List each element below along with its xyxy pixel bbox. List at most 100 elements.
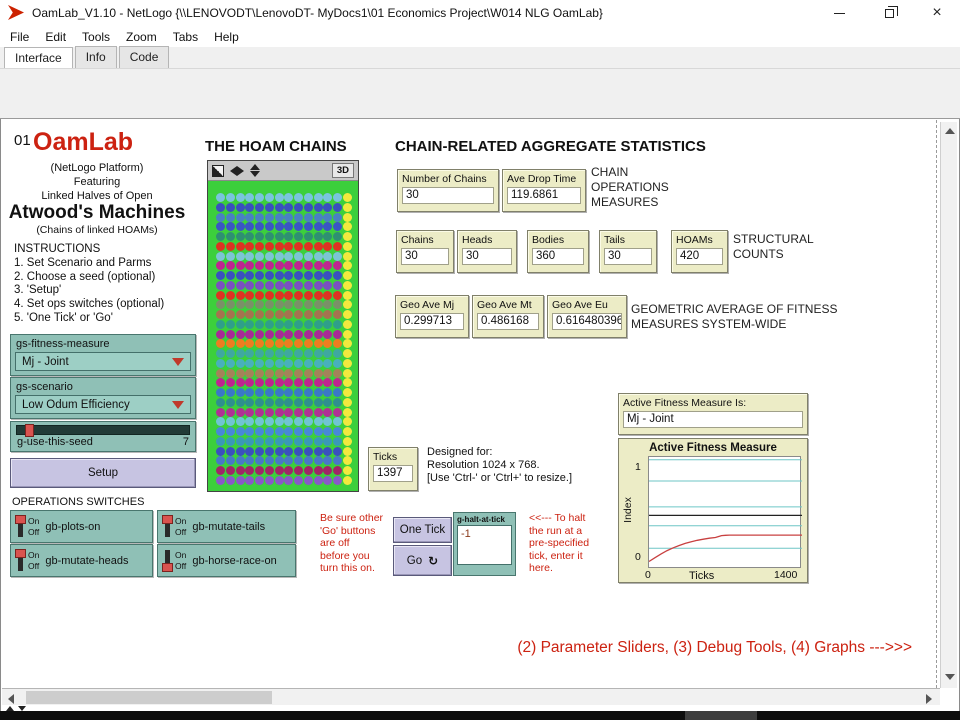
toggle-lever-icon[interactable] xyxy=(15,548,26,573)
chain-dot xyxy=(265,339,274,348)
chain-dot xyxy=(226,300,235,309)
chain-dot xyxy=(226,291,235,300)
chain-head-dot xyxy=(343,291,352,300)
one-tick-button[interactable]: One Tick xyxy=(393,517,452,543)
chain-dot xyxy=(255,388,264,397)
scroll-up-icon[interactable] xyxy=(945,128,955,134)
seed-slider-track[interactable] xyxy=(16,425,190,435)
chain-dot xyxy=(284,456,293,465)
chain-dot xyxy=(314,388,323,397)
vertical-scrollbar[interactable] xyxy=(940,122,957,688)
monitor-geo-ave-mt: Geo Ave Mt 0.486168 xyxy=(472,295,544,338)
chain-row xyxy=(216,437,352,446)
switch-gb-mutate-tails[interactable]: OnOff gb-mutate-tails xyxy=(157,510,296,543)
chain-dot xyxy=(255,349,264,358)
monitor-ave-drop-time: Ave Drop Time 119.6861 xyxy=(502,169,586,212)
chain-dot xyxy=(226,320,235,329)
chain-dot xyxy=(323,203,332,212)
chain-dot xyxy=(304,369,313,378)
horizontal-arrows-icon[interactable] xyxy=(230,166,244,176)
menu-edit[interactable]: Edit xyxy=(37,28,74,46)
chain-dot xyxy=(323,193,332,202)
chooser-selected-value[interactable]: Mj - Joint xyxy=(15,352,191,371)
horizontal-scroll-thumb[interactable] xyxy=(26,691,272,704)
scroll-down-icon[interactable] xyxy=(945,674,955,680)
input-g-halt-at-tick[interactable]: g-halt-at-tick -1 xyxy=(453,512,516,576)
chain-row xyxy=(216,281,352,290)
toolbar: Edit Delete + Add Abc defghi jkl Note fa… xyxy=(0,69,960,119)
menu-tools[interactable]: Tools xyxy=(74,28,118,46)
input-value[interactable]: -1 xyxy=(457,525,512,565)
switch-gb-horse-race-on[interactable]: OnOff gb-horse-race-on xyxy=(157,544,296,577)
chain-dot xyxy=(314,281,323,290)
window-title: OamLab_V1.10 - NetLogo {\\LENOVODT\Lenov… xyxy=(32,6,603,20)
chain-dot xyxy=(255,427,264,436)
chain-dot xyxy=(245,466,254,475)
chain-dot xyxy=(216,359,225,368)
chain-dot xyxy=(314,398,323,407)
menu-tabs[interactable]: Tabs xyxy=(165,28,206,46)
tab-interface[interactable]: Interface xyxy=(4,47,73,68)
monitor-label: Geo Ave Eu xyxy=(548,296,626,312)
chain-row xyxy=(216,369,352,378)
diagonal-split-icon[interactable] xyxy=(212,165,224,177)
chain-head-dot xyxy=(343,447,352,456)
chain-dot xyxy=(245,456,254,465)
setup-button[interactable]: Setup xyxy=(10,458,196,488)
chain-dot xyxy=(323,466,332,475)
chooser-gs-fitness-measure[interactable]: gs-fitness-measure Mj - Joint xyxy=(10,334,196,376)
chain-dot xyxy=(284,388,293,397)
chain-dot xyxy=(314,359,323,368)
minimize-button[interactable] xyxy=(822,0,856,26)
slider-g-use-this-seed[interactable]: g-use-this-seed 7 xyxy=(10,421,196,452)
chain-dot xyxy=(294,261,303,270)
scroll-right-icon[interactable] xyxy=(926,694,932,704)
chain-dot xyxy=(245,213,254,222)
chain-dot xyxy=(226,271,235,280)
chain-dot xyxy=(294,330,303,339)
chooser-gs-scenario[interactable]: gs-scenario Low Odum Efficiency xyxy=(10,377,196,419)
chooser-selected-value[interactable]: Low Odum Efficiency xyxy=(15,395,191,414)
x-tick-0: 0 xyxy=(645,569,651,581)
chain-dot xyxy=(284,281,293,290)
menu-help[interactable]: Help xyxy=(206,28,247,46)
caption-geometric-average: GEOMETRIC AVERAGE OF FITNESS MEASURES SY… xyxy=(631,302,837,332)
chain-dot xyxy=(284,252,293,261)
chain-dot xyxy=(275,369,284,378)
chain-row xyxy=(216,447,352,456)
chain-dot xyxy=(284,427,293,436)
chain-dot xyxy=(275,388,284,397)
menu-file[interactable]: File xyxy=(2,28,37,46)
scroll-left-icon[interactable] xyxy=(8,694,14,704)
menu-zoom[interactable]: Zoom xyxy=(118,28,165,46)
chain-dot xyxy=(323,456,332,465)
switch-gb-plots-on[interactable]: OnOff gb-plots-on xyxy=(10,510,153,543)
chain-row xyxy=(216,359,352,368)
horizontal-scrollbar[interactable] xyxy=(2,688,940,705)
chain-dot xyxy=(255,320,264,329)
chain-dot xyxy=(323,320,332,329)
seed-slider-thumb[interactable] xyxy=(25,424,34,437)
chain-dot xyxy=(275,476,284,485)
vertical-arrows-icon[interactable] xyxy=(250,164,260,177)
switch-gb-mutate-heads[interactable]: OnOff gb-mutate-heads xyxy=(10,544,153,577)
chain-head-dot xyxy=(343,417,352,426)
go-button[interactable]: Go ↻ xyxy=(393,545,452,576)
tab-info[interactable]: Info xyxy=(75,46,117,68)
toggle-lever-icon[interactable] xyxy=(15,514,26,539)
bottom-bar-segment xyxy=(685,711,757,720)
toggle-lever-icon[interactable] xyxy=(162,548,173,573)
chain-dot xyxy=(314,408,323,417)
chain-dot xyxy=(304,271,313,280)
chain-dot xyxy=(304,310,313,319)
chain-dot xyxy=(294,320,303,329)
tab-code[interactable]: Code xyxy=(119,46,170,68)
close-button[interactable]: × xyxy=(920,0,954,26)
chain-dot xyxy=(304,320,313,329)
view-3d-button[interactable]: 3D xyxy=(332,163,354,178)
chain-dot xyxy=(323,417,332,426)
chain-dot xyxy=(323,369,332,378)
restore-button[interactable] xyxy=(872,0,906,26)
chain-dot xyxy=(265,222,274,231)
toggle-lever-icon[interactable] xyxy=(162,514,173,539)
